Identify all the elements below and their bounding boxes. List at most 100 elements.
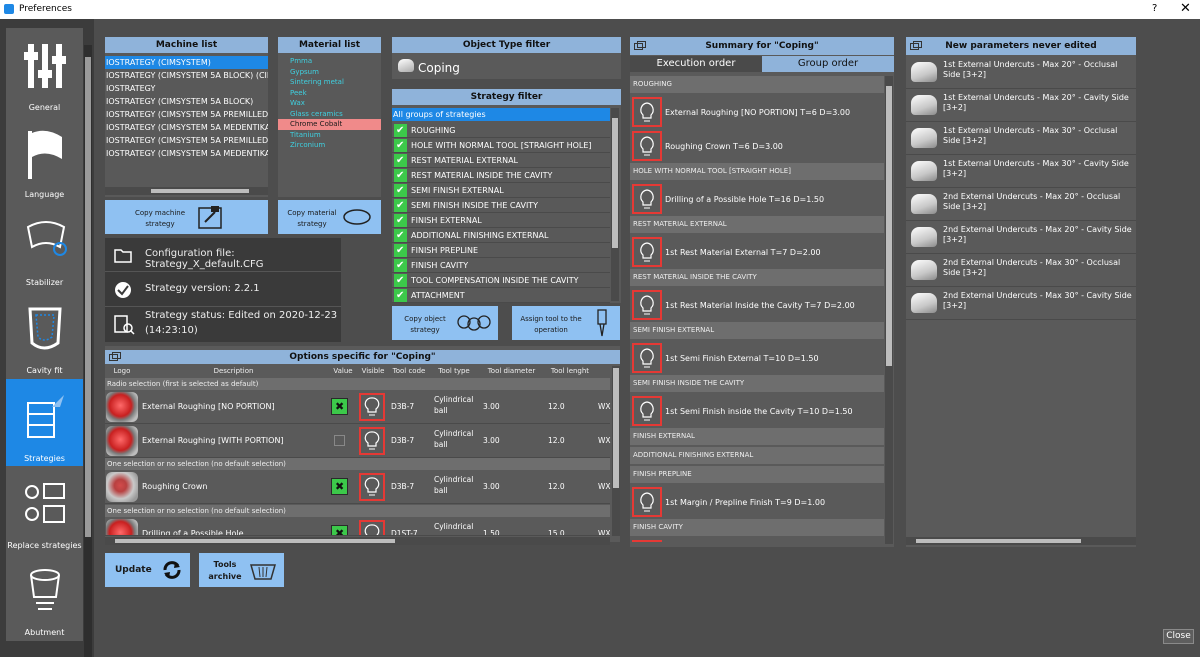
value-checkbox-checked[interactable] [331,398,348,415]
checkbox-checked-icon[interactable] [394,288,407,303]
tools-archive-button[interactable]: Tools archive [199,553,284,587]
checkbox-checked-icon[interactable] [394,123,407,138]
value-checkbox-empty[interactable] [334,435,345,446]
bulb-icon[interactable] [632,343,662,373]
options-vscroll[interactable] [612,366,620,536]
window-close-button[interactable]: ✕ [1180,1,1191,16]
copy-machine-strategy-button[interactable]: Copy machine strategy [105,200,268,234]
machine-list-item[interactable]: IOSTRATEGY (CIMSYSTEM 5A BLOCK) (CIM [105,69,268,82]
sidebar-item-strategies[interactable]: Strategies [6,379,83,467]
checkbox-checked-icon[interactable] [394,258,407,273]
checkbox-checked-icon[interactable] [394,273,407,288]
machine-list-item[interactable]: IOSTRATEGY (CIMSYSTEM) [105,56,268,69]
strategy-filter-item[interactable]: FINISH CAVITY [392,258,610,273]
bulb-icon[interactable] [632,97,662,127]
strategy-filter-item[interactable]: REST MATERIAL INSIDE THE CAVITY [392,168,610,183]
assign-tool-button[interactable]: Assign tool to the operation [512,306,620,340]
help-button[interactable]: ? [1152,3,1157,14]
tab-execution-order[interactable]: Execution order [630,56,762,72]
summary-operation[interactable]: 1st Rest Material Inside the Cavity T=7 … [630,288,884,322]
machine-list-item[interactable]: IOSTRATEGY [105,82,268,95]
options-column-header[interactable]: Visible [358,367,388,375]
summary-operation[interactable]: Drilling of a Possible Hole T=16 D=1.50 [630,182,884,216]
options-column-header[interactable]: Tool lenght [545,367,595,375]
bulb-icon[interactable] [632,184,662,214]
tab-group-order[interactable]: Group order [762,56,894,72]
close-button[interactable]: Close [1163,629,1194,644]
sidebar-item-abutment[interactable]: Abutment [6,553,83,641]
new-param-item[interactable]: 1st External Undercuts - Max 20° - Occlu… [906,56,1136,89]
summary-operation[interactable]: 1st Rest Material External T=7 D=2.00 [630,235,884,269]
copy-material-strategy-button[interactable]: Copy material strategy [278,200,381,234]
new-param-item[interactable]: 1st External Undercuts - Max 30° - Cavit… [906,155,1136,188]
material-list-item[interactable]: Zirconium [278,140,381,151]
sidebar-item-language[interactable]: Language [6,115,83,203]
bulb-icon[interactable] [632,290,662,320]
checkbox-checked-icon[interactable] [394,138,407,153]
material-list-item[interactable]: Sintering metal [278,77,381,88]
new-param-item[interactable]: 1st External Undercuts - Max 20° - Cavit… [906,89,1136,122]
sidebar-item-stabilizer[interactable]: Stabilizer [6,203,83,291]
checkbox-checked-icon[interactable] [394,213,407,228]
strategy-filter-item[interactable]: HOLE WITH NORMAL TOOL [STRAIGHT HOLE] [392,138,610,153]
material-list-item[interactable]: Titanium [278,130,381,141]
new-param-item[interactable]: 2nd External Undercuts - Max 20° - Occlu… [906,188,1136,221]
strategy-filter-item[interactable]: ROUGHING [392,123,610,138]
new-param-item[interactable]: 2nd External Undercuts - Max 20° - Cavit… [906,221,1136,254]
machine-list-item[interactable]: IOSTRATEGY (CIMSYSTEM 5A BLOCK) [105,95,268,108]
summary-scrollbar[interactable] [885,76,893,544]
options-column-header[interactable]: Tool diameter [478,367,545,375]
material-list-item[interactable]: Peek [278,88,381,99]
options-column-header[interactable]: Description [139,367,328,375]
summary-operation[interactable]: 1st Margin / Prepline Finish T=9 D=1.00 [630,485,884,519]
summary-operation[interactable]: 1st Semi Finish External T=10 D=1.50 [630,341,884,375]
strategy-filter-item[interactable]: FINISH PREPLINE [392,243,610,258]
material-list-item[interactable]: Pmma [278,56,381,67]
sidebar-item-replace-strategies[interactable]: Replace strategies [6,466,83,554]
checkbox-checked-icon[interactable] [394,243,407,258]
strategy-filter-all[interactable]: All groups of strategies [392,108,610,121]
options-column-header[interactable]: Tool code [388,367,430,375]
machine-list-item[interactable]: IOSTRATEGY (CIMSYSTEM 5A PREMILLED) [105,108,268,121]
strategy-filter-scrollbar[interactable] [611,108,619,301]
summary-operation[interactable]: External Roughing [NO PORTION] T=6 D=3.0… [630,95,884,129]
strategy-filter-item[interactable]: TOOL COMPENSATION INSIDE THE CAVITY [392,273,610,288]
options-column-header[interactable]: Tool type [430,367,478,375]
options-column-header[interactable]: Logo [105,367,139,375]
bulb-icon[interactable] [632,237,662,267]
summary-operation[interactable]: 1st Finish the internal cavity using 5 a… [630,538,884,542]
material-list-item[interactable]: Glass ceramics [278,109,381,120]
checkbox-checked-icon[interactable] [394,228,407,243]
options-row[interactable]: Drilling of a Possible Hole D1ST-7 Cylindr… [105,517,610,536]
visible-bulb-icon[interactable] [359,520,385,535]
machine-list-item[interactable]: IOSTRATEGY (CIMSYSTEM 5A PREMILLED) [105,134,268,147]
summary-operation[interactable]: 1st Semi Finish inside the Cavity T=10 D… [630,394,884,428]
bulb-icon[interactable] [632,131,662,161]
new-params-hscroll[interactable] [906,537,1136,545]
strategy-filter-item[interactable]: ADDITIONAL FINISHING EXTERNAL [392,228,610,243]
object-type-value[interactable]: Coping [418,61,460,75]
strategy-filter-item[interactable]: SEMI FINISH EXTERNAL [392,183,610,198]
strategy-filter-item[interactable]: REST MATERIAL EXTERNAL [392,153,610,168]
new-param-item[interactable]: 1st External Undercuts - Max 30° - Occlu… [906,122,1136,155]
visible-bulb-icon[interactable] [359,427,385,455]
bulb-icon[interactable] [632,396,662,426]
bulb-icon[interactable] [632,487,662,517]
new-param-item[interactable]: 2nd External Undercuts - Max 30° - Cavit… [906,287,1136,320]
machine-list-item[interactable]: IOSTRATEGY (CIMSYSTEM 5A MEDENTIKA [105,121,268,134]
strategy-filter-item[interactable]: SEMI FINISH INSIDE THE CAVITY [392,198,610,213]
sidebar-scrollbar[interactable] [84,45,92,657]
material-list-item[interactable]: Gypsum [278,67,381,78]
options-row[interactable]: External Roughing [NO PORTION] D3B-7 Cylin… [105,390,611,424]
options-row[interactable]: External Roughing [WITH PORTION] D3B-7 Cyl… [105,424,611,458]
strategy-filter-item[interactable]: ATTACHMENT [392,288,610,303]
visible-bulb-icon[interactable] [359,473,385,501]
update-button[interactable]: Update [105,553,190,587]
visible-bulb-icon[interactable] [359,393,385,421]
sidebar-item-cavity-fit[interactable]: Cavity fit [6,291,83,379]
checkbox-checked-icon[interactable] [394,183,407,198]
machine-list-item[interactable]: IOSTRATEGY (CIMSYSTEM 5A MEDENTIKA [105,147,268,160]
sidebar-item-general[interactable]: General [6,28,83,116]
copy-object-strategy-button[interactable]: Copy object strategy [392,306,498,340]
checkbox-checked-icon[interactable] [394,168,407,183]
